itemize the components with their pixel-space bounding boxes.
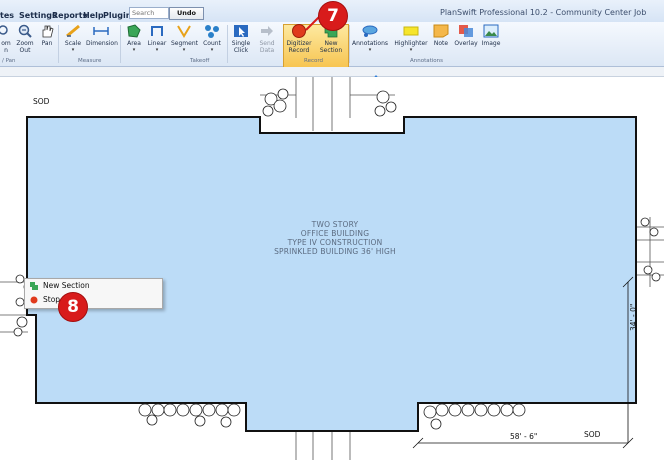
group-annotations-label: Annotations [410, 58, 444, 64]
plan-swift-window: tes Settings Reports Help Plugins Undo P… [0, 0, 664, 460]
stop-record-icon [30, 296, 38, 304]
zoom-out-button[interactable]: Zoom Out [14, 24, 36, 54]
drawing-canvas[interactable]: SOD SOD 58' - 6" 34' - 0" TWO STORY OFFI… [0, 77, 664, 460]
cursor-icon [233, 24, 249, 38]
building-label-line: TWO STORY [311, 220, 359, 229]
sod-label-top: SOD [33, 97, 50, 106]
context-menu-new-section[interactable]: New Section [25, 280, 162, 293]
scale-button[interactable]: Scale ▾ [62, 24, 84, 54]
dimension-vertical-label: 34' - 0" [629, 303, 638, 331]
image-icon [483, 24, 499, 38]
dimension-horizontal-label: 58' - 6" [510, 432, 538, 441]
count-button[interactable]: Count ▾ [201, 24, 223, 54]
window-title: PlanSwift Professional 10.2 - Community … [440, 8, 647, 17]
area-button[interactable]: Area ▾ [124, 24, 144, 54]
annotations-button[interactable]: Annotations ▾ [352, 24, 388, 54]
context-menu-stop[interactable]: Stop [25, 294, 162, 307]
dimension-button[interactable]: Dimension [86, 24, 118, 47]
segment-button[interactable]: Segment ▾ [171, 24, 198, 54]
building-label-line: SPRINKLED BUILDING 36' HIGH [274, 247, 396, 256]
ribbon-separator [58, 25, 59, 63]
count-icon [204, 24, 220, 38]
highlighter-button[interactable]: Highlighter ▾ [393, 24, 429, 54]
group-takeoff-label: Takeoff [190, 58, 210, 64]
menu-notes[interactable]: tes [0, 11, 14, 20]
segment-icon [176, 24, 192, 38]
arrow-right-icon [259, 24, 275, 38]
ruler-bar [0, 67, 664, 81]
search-input[interactable] [129, 7, 169, 19]
note-button[interactable]: Note [431, 24, 451, 47]
undo-button[interactable]: Undo [169, 7, 204, 20]
dimension-icon [93, 24, 109, 38]
new-section-icon [30, 282, 38, 290]
overlay-icon [458, 24, 474, 38]
group-pan-label: / Pan [2, 58, 16, 64]
ribbon-separator [227, 25, 228, 63]
menu-help[interactable]: Help [83, 11, 104, 20]
callout-8: 8 [58, 292, 88, 322]
single-click-button[interactable]: Single Click [230, 24, 252, 54]
scale-icon [65, 24, 81, 38]
group-record-label: Record [304, 58, 324, 64]
note-icon [433, 24, 449, 38]
linear-button[interactable]: Linear ▾ [146, 24, 168, 54]
sidewalk-bottom [295, 431, 351, 460]
zoom-out-icon [17, 24, 33, 38]
sod-label-bottom: SOD [584, 430, 601, 439]
annotations-icon [362, 24, 378, 38]
group-measure-label: Measure [78, 58, 102, 64]
building-label: TWO STORY OFFICE BUILDING TYPE IV CONSTR… [255, 220, 415, 256]
building-label-line: OFFICE BUILDING [300, 229, 370, 238]
callout-7: 7 [318, 1, 348, 31]
overlay-button[interactable]: Overlay [454, 24, 478, 47]
zoom-in-button[interactable]: om n [0, 24, 12, 54]
floor-plan-drawing [0, 77, 664, 460]
image-button[interactable]: Image [480, 24, 502, 47]
pan-button[interactable]: Pan [37, 24, 57, 47]
highlighter-icon [403, 24, 419, 38]
ribbon-separator [120, 25, 121, 63]
building-footprint[interactable] [26, 116, 637, 432]
send-data-button[interactable]: Send Data [256, 24, 278, 54]
context-menu: New Section Stop [24, 278, 163, 309]
ribbon-separator [349, 25, 350, 63]
building-label-line: TYPE IV CONSTRUCTION [287, 238, 383, 247]
hand-icon [39, 24, 55, 38]
linear-icon [149, 24, 165, 38]
area-icon [126, 24, 142, 38]
